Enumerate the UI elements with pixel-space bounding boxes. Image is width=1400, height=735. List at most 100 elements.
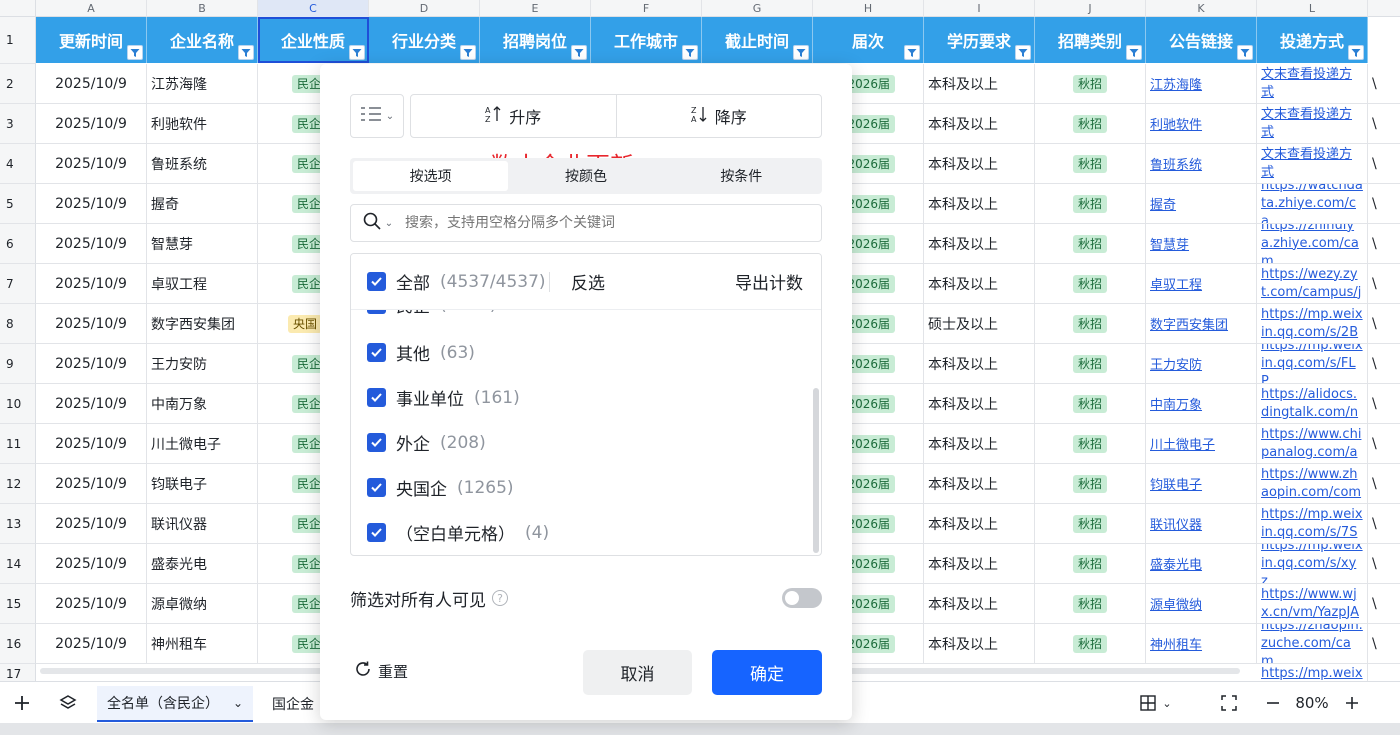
row-number[interactable]: 13 bbox=[0, 504, 36, 544]
cell-apply[interactable]: https://mp.weixin.qq.com/s/xyz bbox=[1257, 544, 1368, 584]
cell-notice-link[interactable]: 卓驭工程 bbox=[1146, 264, 1257, 304]
cell-apply[interactable]: 文末查看投递方式 bbox=[1257, 144, 1368, 184]
zoom-out-icon[interactable] bbox=[1264, 682, 1282, 724]
cell-company[interactable]: 智慧芽 bbox=[147, 224, 258, 264]
row-number[interactable]: 16 bbox=[0, 624, 36, 664]
cell-apply[interactable]: https://www.chipanalog.com/a bbox=[1257, 424, 1368, 464]
column-letter[interactable]: C bbox=[258, 0, 369, 17]
notice-link[interactable]: 钧联电子 bbox=[1150, 474, 1202, 493]
cell-education[interactable]: 本科及以上 bbox=[924, 584, 1035, 624]
filter-icon[interactable] bbox=[571, 45, 587, 60]
filter-icon[interactable] bbox=[349, 45, 365, 60]
apply-link[interactable]: https://mp.weixin.qq.com/s/xyz bbox=[1261, 544, 1363, 583]
cell-notice-link[interactable]: 利驰软件 bbox=[1146, 104, 1257, 144]
cell-notice-link[interactable]: 握奇 bbox=[1146, 184, 1257, 224]
header-cell[interactable]: 学历要求 bbox=[924, 17, 1035, 63]
apply-link[interactable]: https://mp.weix bbox=[1261, 665, 1363, 683]
fullscreen-icon[interactable] bbox=[1218, 682, 1240, 724]
invert-selection-button[interactable]: 反选 bbox=[571, 269, 605, 294]
header-cell[interactable]: 企业性质 bbox=[258, 17, 369, 63]
cell-apply[interactable]: 文末查看投递方式 bbox=[1257, 104, 1368, 144]
column-letter[interactable]: K bbox=[1146, 0, 1257, 17]
cell-education[interactable]: 硕士及以上 bbox=[924, 304, 1035, 344]
apply-link[interactable]: https://watchdata.zhiye.com/ca bbox=[1261, 184, 1363, 223]
header-cell[interactable]: 工作城市 bbox=[591, 17, 702, 63]
cell-education[interactable]: 本科及以上 bbox=[924, 544, 1035, 584]
apply-link[interactable]: 文末查看投递方式 bbox=[1261, 66, 1363, 102]
cell-apply[interactable]: https://mp.weixin.qq.com/s/2B bbox=[1257, 304, 1368, 344]
cell-date[interactable]: 2025/10/9 bbox=[36, 464, 147, 504]
filter-icon[interactable] bbox=[1015, 45, 1031, 60]
cell-company[interactable]: 江苏海隆 bbox=[147, 64, 258, 104]
zoom-in-icon[interactable] bbox=[1343, 682, 1361, 724]
cell-recruit-type[interactable]: 秋招 bbox=[1035, 504, 1146, 544]
cell-recruit-type[interactable]: 秋招 bbox=[1035, 144, 1146, 184]
cell-education[interactable]: 本科及以上 bbox=[924, 384, 1035, 424]
checkbox-checked-icon[interactable] bbox=[367, 433, 386, 452]
cell-education[interactable]: 本科及以上 bbox=[924, 504, 1035, 544]
notice-link[interactable]: 中南万象 bbox=[1150, 394, 1202, 413]
cell-notice-link[interactable]: 中南万象 bbox=[1146, 384, 1257, 424]
visible-to-all-toggle[interactable] bbox=[782, 588, 822, 608]
column-letter[interactable]: J bbox=[1035, 0, 1146, 17]
cell-date[interactable]: 2025/10/9 bbox=[36, 384, 147, 424]
row-number[interactable]: 10 bbox=[0, 384, 36, 424]
cell-notice-link[interactable]: 川土微电子 bbox=[1146, 424, 1257, 464]
add-sheet-icon[interactable] bbox=[8, 682, 36, 724]
cell-company[interactable]: 盛泰光电 bbox=[147, 544, 258, 584]
cell-notice-link[interactable]: 联讯仪器 bbox=[1146, 504, 1257, 544]
cell-date[interactable]: 2025/10/9 bbox=[36, 344, 147, 384]
cell-education[interactable]: 本科及以上 bbox=[924, 264, 1035, 304]
checkbox-checked-icon[interactable] bbox=[367, 523, 386, 542]
checkbox-checked-icon[interactable] bbox=[367, 478, 386, 497]
tab-by-condition[interactable]: 按条件 bbox=[664, 161, 819, 191]
notice-link[interactable]: 利驰软件 bbox=[1150, 114, 1202, 133]
cell-apply[interactable]: https://wezy.zyt.com/campus/j bbox=[1257, 264, 1368, 304]
filter-icon[interactable] bbox=[793, 45, 809, 60]
cell-education[interactable]: 本科及以上 bbox=[924, 344, 1035, 384]
notice-link[interactable]: 源卓微纳 bbox=[1150, 594, 1202, 613]
cell-company[interactable]: 握奇 bbox=[147, 184, 258, 224]
cancel-button[interactable]: 取消 bbox=[583, 650, 692, 695]
sort-asc-button[interactable]: AZ 升序 bbox=[411, 95, 616, 137]
layers-icon[interactable] bbox=[54, 682, 82, 724]
header-cell[interactable]: 更新时间 bbox=[36, 17, 147, 63]
chevron-down-icon[interactable]: ⌄ bbox=[233, 696, 243, 710]
option-item[interactable]: 央国企 (1265) bbox=[367, 475, 514, 500]
cell-date[interactable]: 2025/10/9 bbox=[36, 624, 147, 664]
header-cell[interactable]: 公告链接 bbox=[1146, 17, 1257, 63]
header-cell[interactable]: 招聘岗位 bbox=[480, 17, 591, 63]
grid-view-icon[interactable]: ⌄ bbox=[1136, 682, 1176, 724]
checkbox-checked-icon[interactable] bbox=[367, 388, 386, 407]
cell-date[interactable]: 2025/10/9 bbox=[36, 424, 147, 464]
cell-recruit-type[interactable]: 秋招 bbox=[1035, 64, 1146, 104]
cell-education[interactable]: 本科及以上 bbox=[924, 464, 1035, 504]
column-letter[interactable]: H bbox=[813, 0, 924, 17]
notice-link[interactable]: 智慧芽 bbox=[1150, 234, 1189, 253]
option-item[interactable]: 外企 (208) bbox=[367, 430, 486, 455]
apply-link[interactable]: https://www.wjx.cn/vm/YazpJA bbox=[1261, 586, 1363, 622]
row-number[interactable]: 9 bbox=[0, 344, 36, 384]
notice-link[interactable]: 联讯仪器 bbox=[1150, 514, 1202, 533]
sort-desc-button[interactable]: ZA 降序 bbox=[615, 95, 822, 137]
cell-date[interactable]: 2025/10/9 bbox=[36, 104, 147, 144]
row-number[interactable]: 14 bbox=[0, 544, 36, 584]
header-cell[interactable]: 届次 bbox=[813, 17, 924, 63]
cell-recruit-type[interactable]: 秋招 bbox=[1035, 224, 1146, 264]
cell-recruit-type[interactable]: 秋招 bbox=[1035, 544, 1146, 584]
column-letter[interactable]: B bbox=[147, 0, 258, 17]
cell-recruit-type[interactable]: 秋招 bbox=[1035, 304, 1146, 344]
row-number[interactable]: 2 bbox=[0, 64, 36, 104]
cell-education[interactable]: 本科及以上 bbox=[924, 184, 1035, 224]
cell-company[interactable]: 数字西安集团 bbox=[147, 304, 258, 344]
filter-icon[interactable] bbox=[127, 45, 143, 60]
cell-apply[interactable]: 文末查看投递方式 bbox=[1257, 64, 1368, 104]
cell-notice-link[interactable]: 盛泰光电 bbox=[1146, 544, 1257, 584]
cell-notice-link[interactable]: 王力安防 bbox=[1146, 344, 1257, 384]
header-cell[interactable]: 行业分类 bbox=[369, 17, 480, 63]
cell-apply[interactable]: https://www.wjx.cn/vm/YazpJA bbox=[1257, 584, 1368, 624]
cell-company[interactable]: 王力安防 bbox=[147, 344, 258, 384]
notice-link[interactable]: 川土微电子 bbox=[1150, 434, 1215, 453]
apply-link[interactable]: https://wezy.zyt.com/campus/j bbox=[1261, 266, 1363, 302]
cell-apply[interactable]: https://alidocs.dingtalk.com/n bbox=[1257, 384, 1368, 424]
